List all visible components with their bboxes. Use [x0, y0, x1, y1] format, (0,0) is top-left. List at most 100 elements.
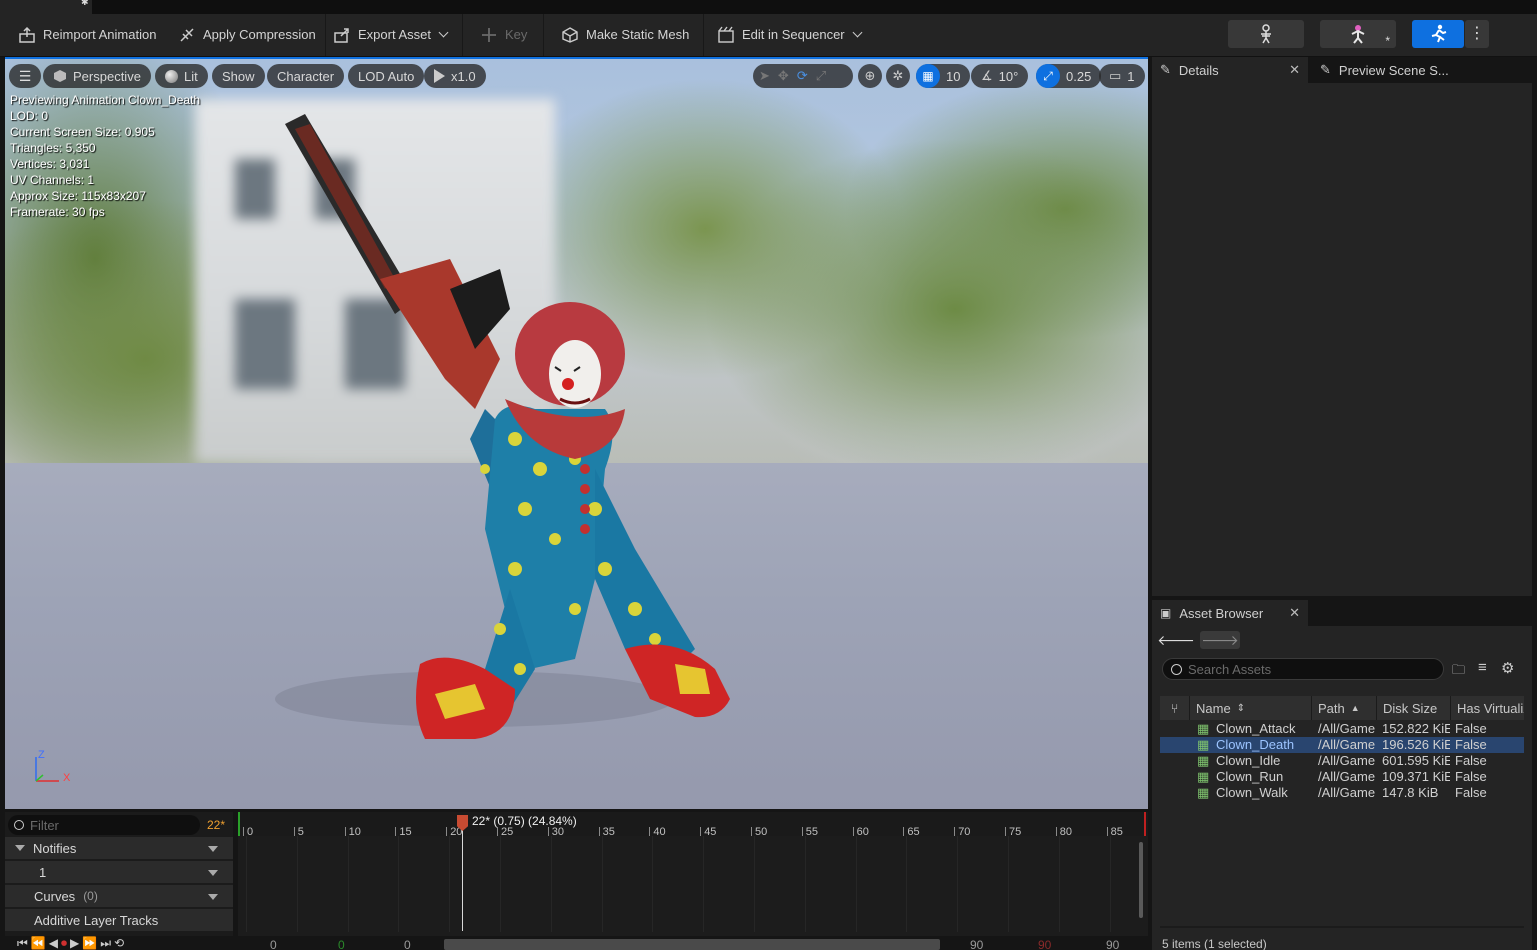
skeleton-mode-button[interactable]	[1228, 20, 1304, 48]
tab-preview-scene-settings[interactable]: ✎ Preview Scene S...	[1312, 57, 1472, 83]
record-icon[interactable]: ⏺	[61, 936, 70, 950]
playback-end-value: 90	[970, 938, 984, 950]
document-tab-strip: ✱	[0, 0, 1537, 14]
grid-line	[398, 836, 400, 932]
rotation-snap-button[interactable]: ∡ 10°	[971, 64, 1029, 88]
lit-sphere-icon	[165, 69, 178, 83]
column-path-label: Path	[1318, 700, 1345, 716]
document-tab[interactable]	[0, 0, 92, 14]
step-forward-icon[interactable]: ⏩	[82, 936, 100, 950]
timeline-ruler[interactable]: 0 5 10 15 20 25 30 35 40 45 50 55 60 65 70 75 80 85	[238, 812, 1148, 838]
ruler-tick	[903, 827, 905, 836]
asset-virtualized: False	[1455, 737, 1487, 752]
asset-row-clown-run[interactable]: ▦ Clown_Run /All/Game 109.371 KiE False	[1160, 769, 1524, 785]
character-button[interactable]: Character	[267, 64, 345, 88]
close-icon[interactable]: ✕	[1289, 605, 1300, 621]
rotation-snap-value: 10°	[998, 68, 1019, 84]
ruler-tick	[1005, 827, 1006, 836]
collapse-arrow-icon[interactable]	[15, 845, 25, 851]
rotate-tool-icon[interactable]: ⟳	[797, 68, 808, 84]
translate-tool-icon[interactable]: ✥	[778, 68, 789, 84]
asset-row-clown-walk[interactable]: ▦ Clown_Walk /All/Game 147.8 KiB False	[1160, 785, 1524, 801]
asset-virtualized: False	[1455, 753, 1487, 768]
asset-row-clown-attack[interactable]: ▦ Clown_Attack /All/Game 152.822 KiE Fal…	[1160, 721, 1524, 737]
lod-button[interactable]: LOD Auto	[348, 64, 425, 88]
track-curves[interactable]: Curves (0)	[5, 885, 233, 907]
asset-size: 601.595 KiE	[1382, 753, 1450, 768]
more-options-button[interactable]: ⋮	[1465, 20, 1489, 48]
forward-button[interactable]: 🡒	[1200, 631, 1240, 649]
column-type[interactable]: ⑂	[1160, 696, 1190, 720]
folder-view-icon[interactable]: 🗀	[1452, 661, 1465, 683]
asset-row-clown-idle[interactable]: ▦ Clown_Idle /All/Game 601.595 KiE False	[1160, 753, 1524, 769]
apply-compression-button[interactable]: Apply Compression	[178, 14, 316, 55]
camera-speed-button[interactable]: ▭ 1	[1099, 64, 1145, 88]
tab-asset-browser[interactable]: ▣ Asset Browser ✕	[1152, 600, 1308, 626]
local-space-button[interactable]: ⊕	[858, 64, 882, 88]
clown-character-preview[interactable]	[275, 109, 755, 749]
close-icon[interactable]: ✕	[1289, 62, 1300, 78]
viewport-stats-overlay: Previewing Animation Clown_Death LOD: 0 …	[10, 92, 200, 220]
stat-uv-channels: UV Channels: 1	[10, 173, 95, 187]
asset-count-status: 5 items (1 selected)	[1162, 937, 1267, 950]
asset-name: Clown_Run	[1216, 769, 1284, 784]
track-filter-input[interactable]: Filter	[8, 815, 200, 835]
filter-icon[interactable]: ≡	[1478, 659, 1487, 676]
ruler-tick	[801, 827, 803, 836]
mesh-icon	[1351, 25, 1365, 44]
animation-mode-button[interactable]	[1412, 20, 1464, 48]
skip-to-end-icon[interactable]: ⏭	[100, 936, 114, 950]
chevron-down-icon[interactable]	[208, 870, 218, 876]
perspective-button[interactable]: Perspective	[43, 64, 151, 88]
chevron-down-icon[interactable]	[208, 894, 218, 900]
scale-tool-icon[interactable]: ⤢	[816, 68, 826, 84]
track-notify-1[interactable]: 1	[5, 861, 233, 883]
skip-to-start-icon[interactable]: ⏮	[17, 936, 31, 950]
scale-snap-button[interactable]: ⤢ 0.25	[1036, 64, 1102, 88]
grid-snap-button[interactable]: ▦ 10	[916, 64, 971, 88]
grid-line	[449, 836, 451, 932]
back-button[interactable]: 🡐	[1157, 631, 1195, 649]
column-name[interactable]: Name ⇕	[1191, 696, 1312, 720]
column-path[interactable]: Path ▲	[1313, 696, 1377, 720]
make-static-mesh-button[interactable]: Make Static Mesh	[561, 14, 689, 55]
track-additive-layer[interactable]: Additive Layer Tracks	[5, 909, 233, 931]
lit-button[interactable]: Lit	[155, 64, 208, 88]
track-notifies[interactable]: Notifies	[5, 837, 233, 859]
mesh-mode-button[interactable]: *	[1320, 20, 1396, 48]
timeline-scrollbar[interactable]	[1139, 842, 1143, 918]
export-asset-button[interactable]: Export Asset	[333, 14, 449, 55]
transport-controls[interactable]: ⏮⏪◀⏺▶⏩⏭⟲	[17, 936, 127, 950]
axis-x-label: X	[63, 772, 71, 784]
column-has-virtualized[interactable]: Has Virtualiz	[1452, 696, 1524, 720]
asset-row-clown-death[interactable]: ▦ Clown_Death /All/Game 196.526 KiE Fals…	[1160, 737, 1524, 753]
step-back-icon[interactable]: ⏪	[31, 936, 49, 950]
loop-icon[interactable]: ⟲	[114, 936, 127, 950]
asset-path: /All/Game	[1318, 721, 1376, 736]
grid-line	[855, 836, 857, 932]
edit-in-sequencer-button[interactable]: Edit in Sequencer	[717, 14, 863, 55]
play-reverse-icon[interactable]: ◀	[49, 936, 61, 950]
column-disk-size[interactable]: Disk Size	[1378, 696, 1451, 720]
notify-track-label: 1	[39, 864, 47, 880]
gear-icon[interactable]: ⚙	[1501, 659, 1514, 677]
timeline-editor[interactable]: 0 5 10 15 20 25 30 35 40 45 50 55 60 65 70 75 80 85 22* (…	[238, 812, 1148, 950]
time-range-slider[interactable]	[444, 939, 940, 950]
column-virtualized-label: Has Virtualiz	[1457, 700, 1524, 716]
tab-details[interactable]: ✎ Details ✕	[1152, 57, 1308, 83]
notifies-label: Notifies	[33, 840, 77, 856]
reimport-animation-button[interactable]: Reimport Animation	[18, 14, 156, 55]
select-tool-icon[interactable]: ➤	[759, 68, 770, 84]
viewport-menu-button[interactable]: ☰	[9, 64, 41, 88]
grid-line	[550, 836, 552, 932]
toolbar-divider	[462, 14, 463, 56]
play-icon[interactable]: ▶	[70, 936, 82, 950]
show-button[interactable]: Show	[212, 64, 265, 88]
playback-speed-button[interactable]: x1.0	[424, 64, 486, 88]
animation-viewport[interactable]: Previewing Animation Clown_Death LOD: 0 …	[5, 57, 1148, 809]
asset-search-input[interactable]: Search Assets	[1162, 658, 1444, 680]
edit-in-sequencer-label: Edit in Sequencer	[742, 27, 845, 42]
chevron-down-icon[interactable]	[208, 846, 218, 852]
surface-snap-button[interactable]: ✲	[886, 64, 910, 88]
key-button[interactable]: Key	[480, 14, 527, 55]
